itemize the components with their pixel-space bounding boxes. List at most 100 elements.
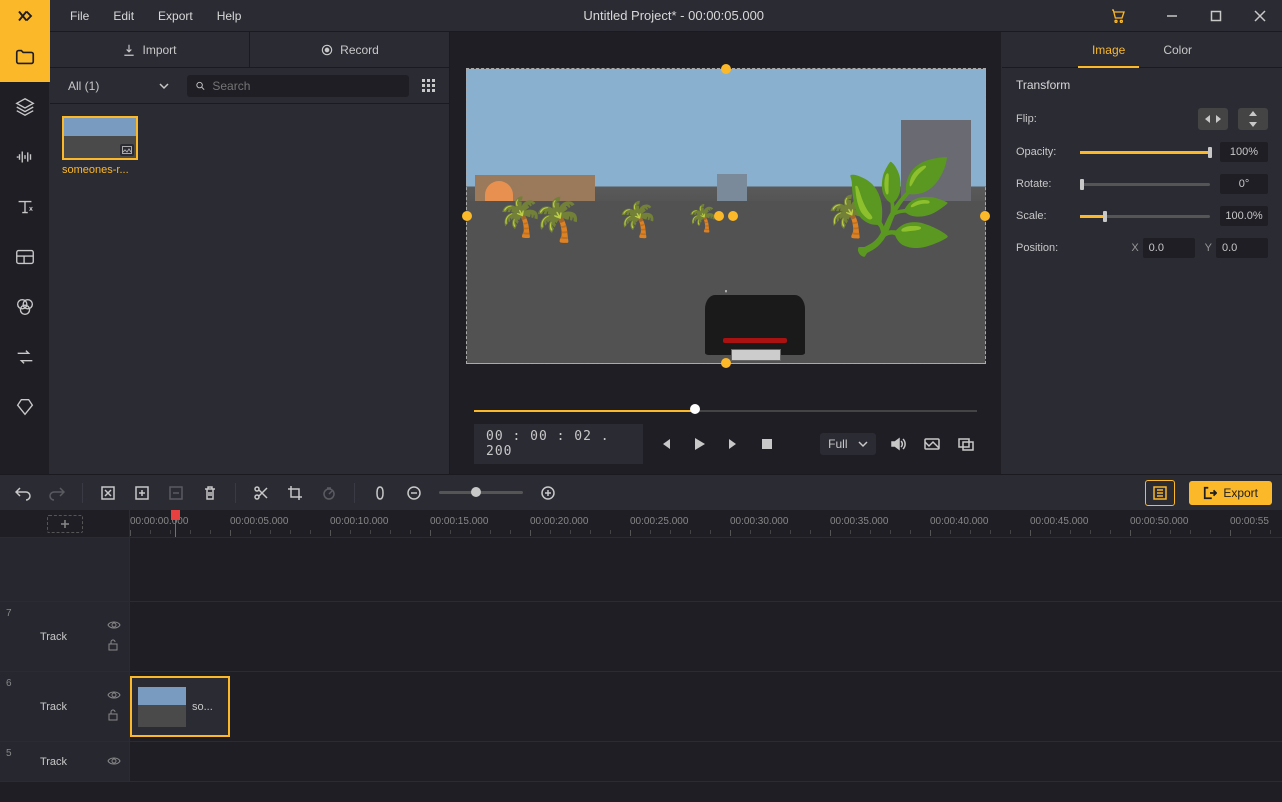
track-header[interactable]: 6 Track [0, 672, 130, 741]
ruler-tick: 00:00:40.000 [930, 516, 988, 527]
scale-value[interactable]: 100.0% [1220, 206, 1268, 226]
resize-handle[interactable] [462, 211, 472, 221]
zoom-slider[interactable] [439, 491, 523, 494]
rotate-value[interactable]: 0° [1220, 174, 1268, 194]
menu-help[interactable]: Help [207, 3, 252, 29]
add-marker-button[interactable] [129, 480, 155, 506]
next-frame-button[interactable] [722, 432, 744, 456]
rail-templates[interactable] [0, 232, 50, 282]
record-label: Record [340, 43, 379, 57]
rail-text[interactable] [0, 182, 50, 232]
flip-horizontal-button[interactable] [1198, 108, 1228, 130]
flip-vertical-button[interactable] [1238, 108, 1268, 130]
visibility-icon[interactable] [107, 689, 121, 703]
fullscreen-button[interactable] [955, 432, 977, 456]
zoom-out-button[interactable] [401, 480, 427, 506]
media-thumbnail [62, 116, 138, 160]
crop-button[interactable] [282, 480, 308, 506]
timeline-clip[interactable]: so... [130, 676, 230, 737]
rail-audio[interactable] [0, 132, 50, 182]
scale-slider[interactable] [1080, 215, 1210, 218]
delete-button[interactable] [197, 480, 223, 506]
track-name: Track [8, 756, 99, 768]
center-handle[interactable] [714, 211, 724, 221]
lock-icon[interactable] [107, 709, 121, 724]
snap-button[interactable] [367, 480, 393, 506]
preview-canvas[interactable]: 🌴 🌴 🌴 🌴 🌴 🌿 [466, 68, 986, 364]
track-name: Track [8, 701, 99, 713]
tab-color[interactable]: Color [1159, 32, 1196, 67]
record-button[interactable]: Record [250, 32, 449, 67]
export-settings-button[interactable] [1145, 480, 1175, 506]
aspect-select[interactable]: Full [820, 433, 875, 455]
undo-button[interactable] [10, 480, 36, 506]
track-number: 6 [6, 678, 12, 689]
rail-layers[interactable] [0, 82, 50, 132]
rotate-label: Rotate: [1016, 178, 1070, 190]
track-number: 7 [6, 608, 12, 619]
close-button[interactable] [1238, 0, 1282, 32]
snapshot-button[interactable] [921, 432, 943, 456]
rail-media[interactable] [0, 32, 50, 82]
split-button[interactable] [248, 480, 274, 506]
opacity-slider[interactable] [1080, 151, 1210, 154]
track-content[interactable]: so... [130, 672, 1282, 741]
track-content[interactable] [130, 602, 1282, 671]
ruler-tick: 00:00:25.000 [630, 516, 688, 527]
track-header-spacer [0, 538, 130, 601]
mark-in-button[interactable] [95, 480, 121, 506]
export-button[interactable]: Export [1189, 481, 1272, 505]
prev-frame-button[interactable] [655, 432, 677, 456]
import-button[interactable]: Import [50, 32, 250, 67]
preview-scrubber[interactable] [474, 408, 977, 414]
visibility-icon[interactable] [107, 755, 121, 769]
scene-decoration [705, 295, 805, 355]
playhead[interactable] [175, 510, 176, 537]
media-item[interactable]: someones-r... [62, 116, 138, 176]
rotate-slider[interactable] [1080, 183, 1210, 186]
image-badge-icon [120, 144, 134, 156]
menu-edit[interactable]: Edit [103, 3, 144, 29]
ruler-tick: 00:00:55 [1230, 516, 1269, 527]
opacity-value[interactable]: 100% [1220, 142, 1268, 162]
volume-button[interactable] [888, 432, 910, 456]
remove-marker-button [163, 480, 189, 506]
resize-handle[interactable] [721, 358, 731, 368]
track-header[interactable]: 7 Track [0, 602, 130, 671]
rail-elements[interactable] [0, 382, 50, 432]
menu-file[interactable]: File [60, 3, 99, 29]
media-search-input[interactable] [212, 79, 401, 93]
grid-view-toggle[interactable] [419, 76, 439, 96]
tab-image[interactable]: Image [1088, 32, 1129, 67]
media-item-label: someones-r... [62, 164, 138, 176]
resize-handle[interactable] [721, 64, 731, 74]
export-icon [1203, 486, 1217, 500]
timeline-ruler[interactable]: 00:00:00.00000:00:05.00000:00:10.00000:0… [130, 510, 1282, 537]
add-track-button[interactable] [47, 515, 83, 533]
track-number: 5 [6, 748, 12, 759]
scene-decoration: 🌴 [617, 200, 659, 240]
maximize-button[interactable] [1194, 0, 1238, 32]
media-filter-select[interactable]: All (1) [60, 75, 177, 97]
track-content[interactable] [130, 742, 1282, 781]
stop-button[interactable] [756, 432, 778, 456]
position-label: Position: [1016, 242, 1070, 254]
menu-export[interactable]: Export [148, 3, 203, 29]
position-y-value[interactable]: 0.0 [1216, 238, 1268, 258]
visibility-icon[interactable] [107, 619, 121, 633]
play-button[interactable] [688, 432, 710, 456]
scrubber-thumb[interactable] [690, 404, 700, 414]
position-x-value[interactable]: 0.0 [1143, 238, 1195, 258]
center-handle[interactable] [728, 211, 738, 221]
rail-transitions[interactable] [0, 332, 50, 382]
lock-icon[interactable] [107, 639, 121, 654]
track-header[interactable]: 5 Track [0, 742, 130, 781]
minimize-button[interactable] [1150, 0, 1194, 32]
media-search[interactable] [187, 75, 409, 97]
rail-filters[interactable] [0, 282, 50, 332]
ruler-tick: 00:00:10.000 [330, 516, 388, 527]
zoom-in-button[interactable] [535, 480, 561, 506]
shop-icon[interactable] [1096, 0, 1140, 32]
resize-handle[interactable] [980, 211, 990, 221]
track-content[interactable] [130, 538, 1282, 601]
